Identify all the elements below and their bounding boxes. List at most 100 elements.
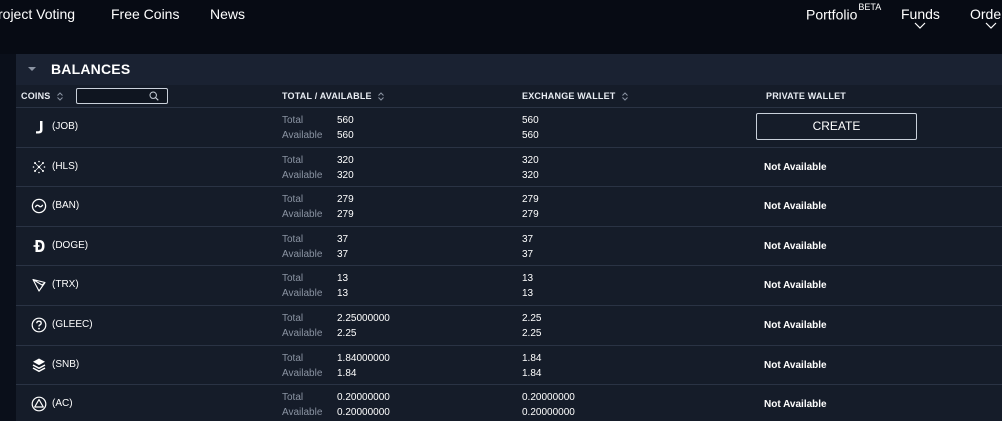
column-coins[interactable]: COINS — [21, 91, 63, 101]
gleec-icon — [31, 317, 47, 333]
table-row: (TRX) Total 13 Available 13 13 13 Not Av… — [16, 266, 1002, 306]
panel-title: BALANCES — [51, 61, 131, 77]
table-header: COINS TOTAL / AVAILABLE EXCHANGE WALLET … — [16, 85, 1002, 108]
total-label: Total — [282, 312, 304, 324]
sort-icon[interactable] — [56, 92, 63, 101]
hls-icon — [32, 160, 46, 173]
total-value: 279 — [337, 194, 354, 206]
balances-panel-header[interactable]: BALANCES — [16, 54, 1002, 85]
column-total-available-label: TOTAL / AVAILABLE — [282, 91, 372, 101]
total-label: Total — [282, 273, 304, 285]
available-label: Available — [282, 327, 323, 339]
total-label: Total — [282, 115, 304, 126]
table-row: (BAN) Total 279 Available 279 279 279 No… — [16, 187, 1002, 227]
available-label: Available — [282, 407, 323, 419]
column-exchange-wallet[interactable]: EXCHANGE WALLET — [522, 91, 628, 101]
exchange-total-value: 37 — [522, 233, 534, 245]
balances-table-body: (JOB) Total 560 Available 560 560 560 CR… — [16, 108, 1002, 421]
total-value: 560 — [337, 115, 354, 126]
available-value: 37 — [337, 248, 349, 260]
trx-icon — [32, 279, 46, 292]
ban-icon — [31, 198, 47, 214]
sort-icon[interactable] — [377, 92, 384, 101]
nav-funds[interactable]: Funds — [901, 6, 940, 22]
total-label: Total — [282, 352, 304, 364]
collapse-caret-icon[interactable] — [28, 66, 36, 72]
private-wallet-status: Not Available — [764, 201, 827, 213]
coin-name: (GLEEC) — [52, 318, 93, 330]
total-value: 320 — [337, 154, 354, 166]
nav-news[interactable]: News — [210, 6, 245, 22]
private-wallet-status: Not Available — [764, 319, 827, 331]
available-label: Available — [282, 209, 323, 221]
private-wallet-status: Not Available — [764, 161, 827, 173]
column-total-available[interactable]: TOTAL / AVAILABLE — [282, 91, 384, 101]
available-value: 13 — [337, 288, 349, 300]
table-row: (HLS) Total 320 Available 320 320 320 No… — [16, 148, 1002, 188]
exchange-available-value: 279 — [522, 209, 539, 221]
coin-search-box[interactable] — [76, 88, 168, 104]
nav-project-voting[interactable]: roject Voting — [0, 6, 75, 22]
column-private-wallet: PRIVATE WALLET — [766, 91, 846, 101]
table-row: (SNB) Total 1.84000000 Available 1.84 1.… — [16, 346, 1002, 386]
total-value: 13 — [337, 273, 349, 285]
table-row: (JOB) Total 560 Available 560 560 560 CR… — [16, 108, 1002, 148]
total-value: 0.20000000 — [337, 392, 390, 404]
exchange-total-value: 320 — [522, 154, 539, 166]
total-value: 37 — [337, 233, 349, 245]
nav-orders[interactable]: Orders — [970, 6, 1002, 22]
available-value: 1.84 — [337, 367, 357, 379]
available-value: 320 — [337, 169, 354, 181]
exchange-total-value: 0.20000000 — [522, 392, 575, 404]
search-icon[interactable] — [149, 91, 159, 101]
column-exchange-wallet-label: EXCHANGE WALLET — [522, 91, 616, 101]
available-label: Available — [282, 288, 323, 300]
snb-icon — [32, 358, 46, 372]
total-label: Total — [282, 392, 304, 404]
total-label: Total — [282, 154, 304, 166]
ac-icon — [31, 396, 47, 412]
nav-portfolio-label: Portfolio — [806, 6, 858, 23]
total-label: Total — [282, 194, 304, 206]
available-label: Available — [282, 248, 323, 260]
exchange-available-value: 13 — [522, 288, 534, 300]
private-wallet-status: Not Available — [764, 359, 827, 371]
available-label: Available — [282, 169, 323, 181]
available-value: 2.25 — [337, 327, 357, 339]
exchange-total-value: 13 — [522, 273, 534, 285]
funds-chevron-down-icon[interactable] — [914, 22, 926, 30]
column-coins-label: COINS — [21, 91, 51, 101]
coin-name: (DOGE) — [52, 239, 89, 251]
nav-free-coins[interactable]: Free Coins — [111, 6, 179, 22]
coin-name: (AC) — [52, 398, 73, 410]
coin-name: (BAN) — [52, 200, 80, 212]
sort-icon[interactable] — [621, 92, 628, 101]
create-wallet-button[interactable]: CREATE — [756, 113, 917, 140]
exchange-available-value: 0.20000000 — [522, 407, 575, 419]
orders-chevron-down-icon[interactable] — [985, 22, 997, 30]
exchange-total-value: 560 — [522, 115, 539, 126]
doge-icon — [33, 239, 45, 252]
exchange-total-value: 2.25 — [522, 312, 542, 324]
available-value: 0.20000000 — [337, 407, 390, 419]
top-navigation: roject Voting Free Coins News PortfolioB… — [0, 0, 1002, 54]
table-row: (DOGE) Total 37 Available 37 37 37 Not A… — [16, 227, 1002, 267]
exchange-available-value: 560 — [522, 130, 539, 141]
coin-name: (JOB) — [52, 121, 79, 132]
total-value: 1.84000000 — [337, 352, 390, 364]
nav-portfolio[interactable]: PortfolioBETA — [806, 2, 881, 23]
private-wallet-status: Not Available — [764, 240, 827, 252]
coin-name: (TRX) — [52, 279, 79, 291]
total-value: 2.25000000 — [337, 312, 390, 324]
available-value: 560 — [337, 130, 354, 141]
table-row: (AC) Total 0.20000000 Available 0.200000… — [16, 385, 1002, 421]
job-icon — [36, 121, 43, 134]
exchange-available-value: 37 — [522, 248, 534, 260]
coin-name: (SNB) — [52, 358, 80, 370]
exchange-available-value: 1.84 — [522, 367, 542, 379]
coin-search-input[interactable] — [79, 90, 145, 102]
available-label: Available — [282, 367, 323, 379]
private-wallet-status: Not Available — [764, 280, 827, 292]
exchange-available-value: 320 — [522, 169, 539, 181]
exchange-total-value: 279 — [522, 194, 539, 206]
